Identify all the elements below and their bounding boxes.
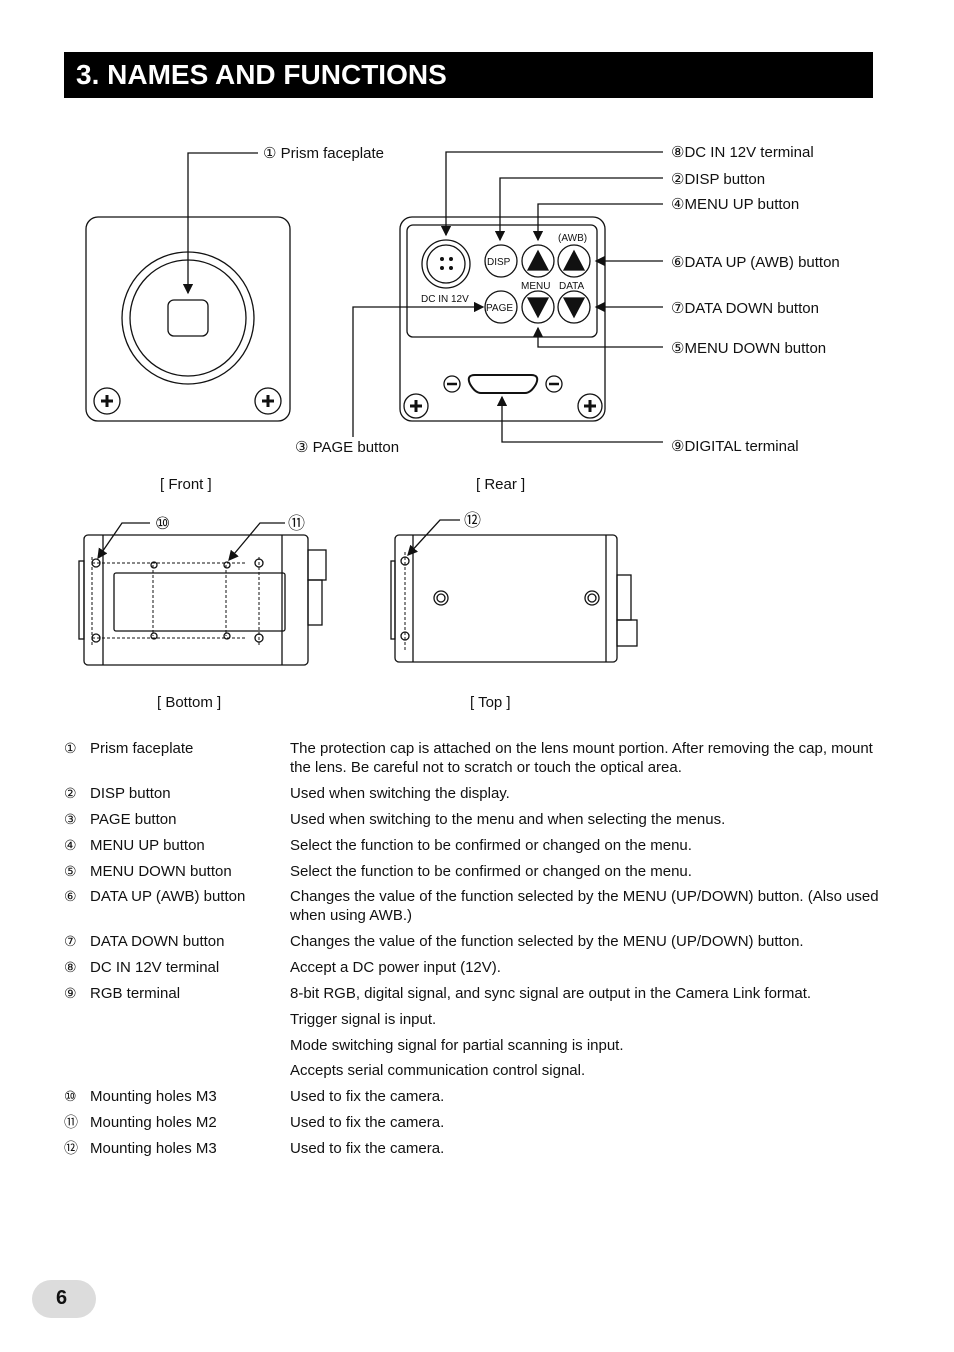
callout-4: ④MENU UP button	[671, 196, 799, 213]
item-name: RGB terminal	[90, 985, 181, 1002]
item-name: Prism faceplate	[90, 740, 194, 757]
callout-11: ⑪	[288, 514, 305, 533]
item-name: DISP button	[90, 785, 171, 802]
bottom-view	[78, 522, 327, 666]
callout-2: ②DISP button	[671, 171, 765, 188]
data-label: DATA	[559, 281, 585, 292]
callout-9: ⑨DIGITAL terminal	[671, 438, 799, 455]
screw-icon	[93, 387, 121, 415]
item-number: ⑤	[64, 863, 77, 879]
page-number: 6	[56, 1287, 68, 1309]
item-description: Accepts serial communication control sig…	[290, 1062, 586, 1079]
item-number: ①	[64, 740, 77, 756]
callout-12: ⑫	[464, 511, 481, 530]
screw-icon	[254, 387, 282, 415]
item-description: The protection cap is attached on the le…	[290, 740, 873, 776]
item-number: ⑩	[64, 1088, 77, 1104]
callout-7: ⑦DATA DOWN button	[671, 300, 819, 317]
top-view-label: [ Top ]	[470, 694, 511, 711]
item-description: Select the function to be confirmed or c…	[290, 837, 692, 854]
item-name: DC IN 12V terminal	[90, 959, 220, 976]
item-description: Changes the value of the function select…	[290, 888, 879, 924]
item-name: MENU DOWN button	[90, 863, 232, 880]
item-description: Used when switching to the menu and when…	[290, 811, 726, 828]
awb-label: (AWB)	[558, 233, 587, 244]
item-name: DATA DOWN button	[90, 933, 225, 950]
screw-icon	[403, 393, 429, 419]
item-name: PAGE button	[90, 811, 177, 828]
rear-view-label: [ Rear ]	[476, 476, 525, 493]
front-view-label: [ Front ]	[160, 476, 212, 493]
item-number: ⑧	[64, 959, 77, 975]
item-name: DATA UP (AWB) button	[90, 888, 246, 905]
disp-label: DISP	[487, 257, 511, 268]
item-description: Used to fix the camera.	[290, 1088, 445, 1105]
bottom-view-label: [ Bottom ]	[157, 694, 221, 711]
item-description: Select the function to be confirmed or c…	[290, 863, 692, 880]
item-description: 8-bit RGB, digital signal, and sync sign…	[290, 985, 812, 1002]
item-description: Mode switching signal for partial scanni…	[290, 1037, 624, 1054]
dcin-label: DC IN 12V	[421, 294, 469, 305]
front-view	[85, 152, 291, 422]
item-description: Used to fix the camera.	[290, 1114, 445, 1131]
item-number: ⑪	[64, 1114, 78, 1130]
item-description: Accept a DC power input (12V).	[290, 959, 501, 976]
callout-8: ⑧DC IN 12V terminal	[671, 144, 814, 161]
callout-3: ③ PAGE button	[295, 439, 399, 456]
item-number: ⑫	[64, 1140, 78, 1156]
item-description: Used to fix the camera.	[290, 1140, 445, 1157]
item-number: ⑨	[64, 985, 77, 1001]
screw-icon	[577, 393, 603, 419]
top-view	[390, 519, 638, 663]
item-number: ③	[64, 811, 77, 827]
callout-6: ⑥DATA UP (AWB) button	[671, 254, 840, 271]
item-number: ⑦	[64, 933, 77, 949]
item-number: ②	[64, 785, 77, 801]
item-name: Mounting holes M3	[90, 1140, 217, 1157]
item-number: ⑥	[64, 888, 77, 904]
callout-10: ⑩	[155, 514, 170, 533]
item-description: Trigger signal is input.	[290, 1011, 437, 1028]
page-label: PAGE	[486, 303, 513, 314]
item-name: Mounting holes M2	[90, 1114, 217, 1131]
item-name: Mounting holes M3	[90, 1088, 217, 1105]
callout-1: ① Prism faceplate	[263, 145, 384, 162]
item-description: Used when switching the display.	[290, 785, 510, 802]
item-description: Changes the value of the function select…	[290, 933, 804, 950]
menu-label: MENU	[521, 281, 550, 292]
callout-5: ⑤MENU DOWN button	[671, 340, 826, 357]
rear-view	[352, 151, 663, 443]
item-number: ④	[64, 837, 77, 853]
item-name: MENU UP button	[90, 837, 205, 854]
camera-diagrams: DISP PAGE (AWB) MENU DATA DC IN 12V ① Pr…	[78, 144, 840, 711]
